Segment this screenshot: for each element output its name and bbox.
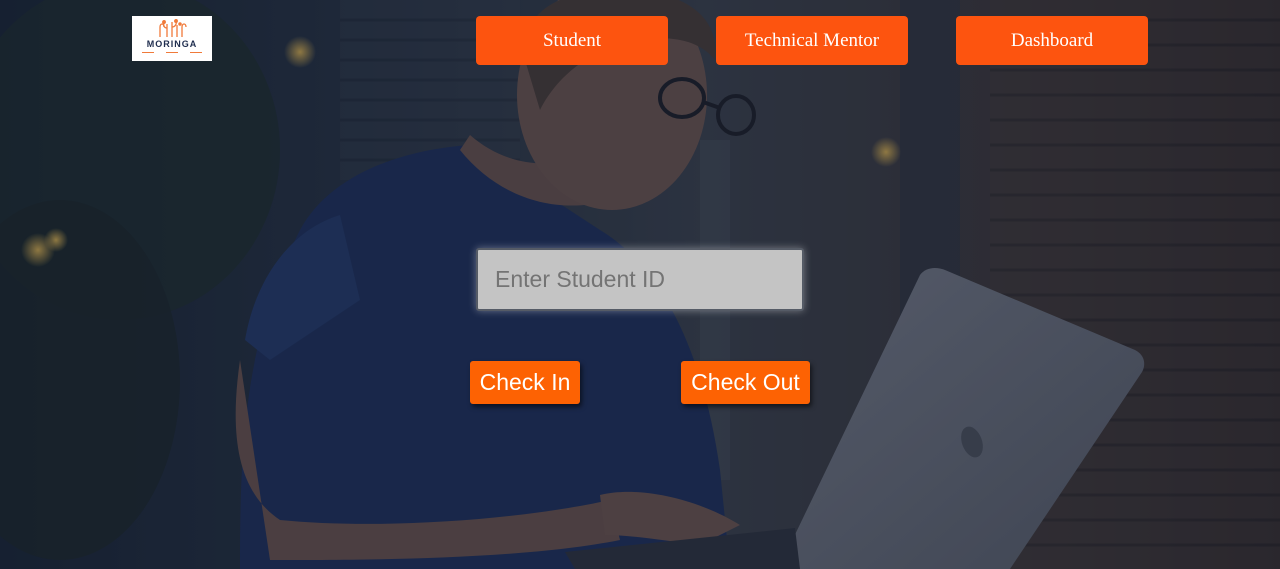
moringa-logo-icon xyxy=(159,19,187,37)
logo-tagline-decoration xyxy=(142,52,202,54)
nav-technical-mentor-button[interactable]: Technical Mentor xyxy=(716,16,908,65)
check-out-button[interactable]: Check Out xyxy=(681,361,810,404)
logo-text: MORINGA xyxy=(146,39,198,49)
nav-student-button[interactable]: Student xyxy=(476,16,668,65)
nav-dashboard-button[interactable]: Dashboard xyxy=(956,16,1148,65)
student-id-input[interactable] xyxy=(476,248,804,311)
check-in-button[interactable]: Check In xyxy=(470,361,580,404)
moringa-logo[interactable]: MORINGA xyxy=(132,16,212,61)
